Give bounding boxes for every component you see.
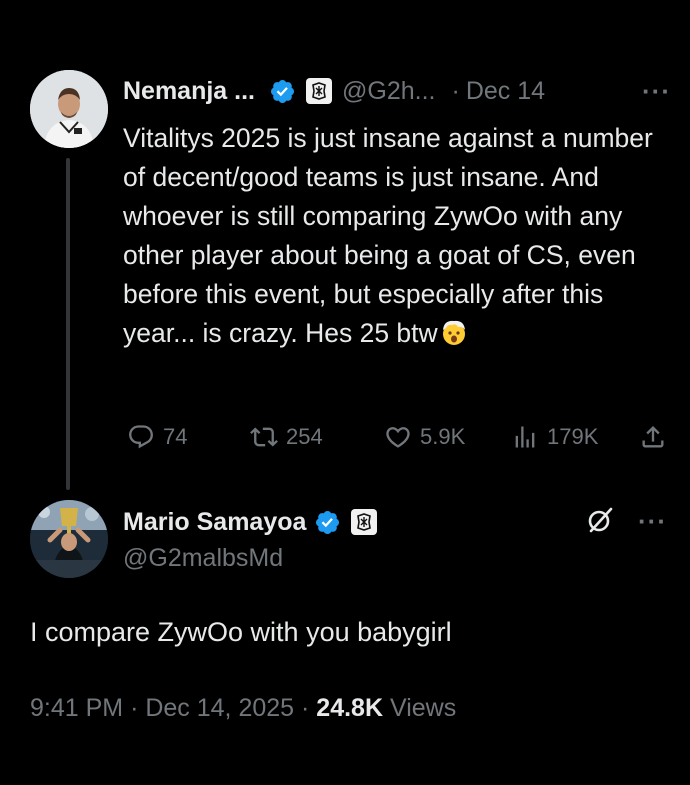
- reply-author-name[interactable]: Mario Samayoa: [123, 508, 306, 537]
- verified-badge-icon: [316, 510, 340, 534]
- like-count: 5.9K: [420, 424, 466, 449]
- affiliate-badge-icon[interactable]: [351, 509, 378, 535]
- parent-author-handle[interactable]: @G2h...: [342, 77, 435, 106]
- grok-icon[interactable]: [585, 505, 615, 535]
- parent-tweet-actions: 74 254 5.9K 179K: [123, 420, 671, 454]
- share-icon: [642, 426, 664, 448]
- verified-badge-icon: [270, 79, 295, 103]
- views-chart-icon: [515, 426, 535, 448]
- header-separator: ·: [451, 76, 460, 105]
- parent-tweet-header: Nemanja ... @G2h... · Dec 14 ···: [123, 74, 671, 108]
- reply-views-label: Views: [389, 694, 457, 722]
- reply-icon: [129, 425, 153, 449]
- reply-author-handle[interactable]: @G2malbsMd: [123, 544, 283, 573]
- reply-tweet-text: I compare ZywOo with you babygirl: [30, 617, 452, 647]
- views-button[interactable]: 179K: [511, 420, 598, 454]
- reply-button[interactable]: 74: [127, 420, 187, 454]
- parent-tweet-date[interactable]: Dec 14: [466, 77, 545, 106]
- reply-count: 74: [163, 424, 188, 449]
- affiliate-badge-icon[interactable]: [306, 78, 332, 104]
- repost-button[interactable]: 254: [250, 420, 323, 454]
- parent-tweet-text: Vitalitys 2025 is just insane against a …: [123, 119, 663, 353]
- repost-count: 254: [286, 424, 323, 449]
- heart-icon: [386, 427, 410, 448]
- repost-icon: [250, 427, 278, 447]
- meta-separator: ·: [301, 694, 310, 722]
- thread-connector-line: [66, 158, 70, 490]
- parent-tweet-body: Vitalitys 2025 is just insane against a …: [123, 123, 653, 348]
- reply-date[interactable]: Dec 14, 2025: [145, 694, 294, 722]
- like-button[interactable]: 5.9K: [384, 420, 465, 454]
- reply-time[interactable]: 9:41 PM: [30, 694, 123, 722]
- share-button[interactable]: [639, 420, 667, 454]
- reply-author-avatar[interactable]: [30, 500, 108, 578]
- meta-separator: ·: [130, 694, 139, 722]
- more-options-icon[interactable]: ···: [642, 76, 671, 107]
- parent-author-name[interactable]: Nemanja ...: [123, 77, 255, 106]
- exploding-head-icon: [442, 320, 465, 345]
- reply-tweet-meta: 9:41 PM · Dec 14, 2025 · 24.8K Views: [30, 694, 456, 723]
- more-options-icon[interactable]: ···: [638, 506, 667, 537]
- views-count: 179K: [547, 424, 599, 449]
- reply-views-count[interactable]: 24.8K: [316, 694, 383, 722]
- parent-author-avatar[interactable]: [30, 70, 108, 148]
